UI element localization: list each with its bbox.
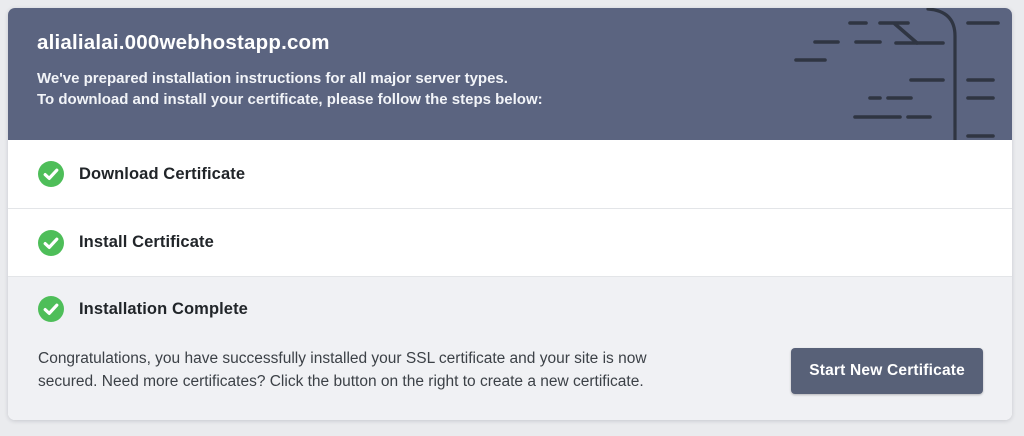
header-instructions-line2: To download and install your certificate… — [37, 89, 1012, 110]
step-label: Install Certificate — [79, 233, 214, 252]
step-installation-complete-header[interactable]: Installation Complete — [8, 277, 1012, 341]
step-download-certificate[interactable]: Download Certificate — [8, 140, 1012, 208]
check-icon — [38, 161, 64, 187]
step-label: Download Certificate — [79, 165, 245, 184]
congratulations-message: Congratulations, you have successfully i… — [38, 347, 706, 393]
step-install-certificate[interactable]: Install Certificate — [8, 208, 1012, 276]
check-icon — [38, 296, 64, 322]
certificate-install-card: alialialai.000webhostapp.com We've prepa… — [8, 8, 1012, 420]
domain-title: alialialai.000webhostapp.com — [37, 30, 1012, 56]
header-instructions-line1: We've prepared installation instructions… — [37, 68, 1012, 89]
card-header: alialialai.000webhostapp.com We've prepa… — [8, 8, 1012, 140]
step-installation-complete-body: Congratulations, you have successfully i… — [8, 341, 1012, 394]
check-icon — [38, 230, 64, 256]
start-new-certificate-button[interactable]: Start New Certificate — [791, 348, 983, 394]
step-installation-complete: Installation Complete Congratulations, y… — [8, 276, 1012, 420]
step-label: Installation Complete — [79, 300, 248, 319]
header-instructions: We've prepared installation instructions… — [37, 68, 1012, 110]
